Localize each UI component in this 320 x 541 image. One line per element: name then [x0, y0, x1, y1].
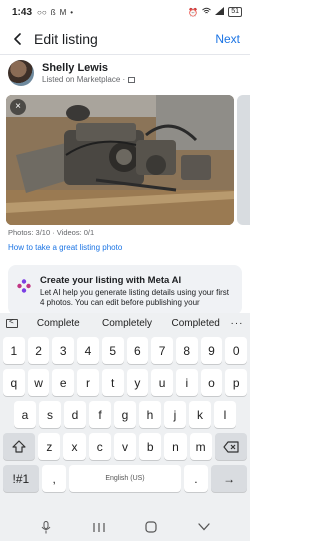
key-c[interactable]: c	[88, 433, 111, 460]
shift-key[interactable]	[3, 433, 36, 460]
symbols-key[interactable]: !#1	[3, 465, 39, 492]
photo-strip[interactable]: ×	[6, 95, 250, 225]
key-g[interactable]: g	[114, 401, 136, 428]
page-title: Edit listing	[34, 31, 98, 47]
dot-icon: •	[70, 7, 74, 17]
key-8[interactable]: 8	[175, 337, 198, 364]
key-0[interactable]: 0	[225, 337, 248, 364]
gmail-icon: M	[59, 7, 67, 17]
status-bar: 1:43 ○○ ß M • ⏰ 51	[0, 0, 250, 24]
next-photo-thumbnail[interactable]	[237, 95, 250, 225]
key-5[interactable]: 5	[101, 337, 124, 364]
key-i[interactable]: i	[175, 369, 198, 396]
marketplace-shop-icon	[128, 76, 136, 83]
key-9[interactable]: 9	[200, 337, 223, 364]
key-n[interactable]: n	[164, 433, 187, 460]
key-4[interactable]: 4	[77, 337, 99, 364]
space-key[interactable]: English (US)	[69, 465, 181, 492]
meta-ai-title: Create your listing with Meta AI	[40, 275, 182, 286]
key-x[interactable]: x	[63, 433, 86, 460]
header: Edit listing Next	[0, 26, 250, 52]
key-h[interactable]: h	[139, 401, 161, 428]
key-p[interactable]: p	[225, 369, 248, 396]
suggestion-3[interactable]: Completed	[161, 318, 230, 329]
keyboard-suggestion-bar: Complete Completely Completed ···	[0, 313, 250, 333]
key-l[interactable]: l	[214, 401, 236, 428]
key-j[interactable]: j	[164, 401, 186, 428]
keyboard-row-3: z x c v b n m	[3, 433, 247, 460]
header-divider	[0, 54, 250, 55]
meta-ai-card[interactable]: Create your listing with Meta AI Let AI …	[8, 265, 242, 315]
photo-tips-link[interactable]: How to take a great listing photo	[8, 243, 122, 252]
shift-arrow-icon	[12, 440, 26, 453]
home-icon[interactable]	[143, 520, 159, 534]
key-r[interactable]: r	[77, 369, 99, 396]
key-t[interactable]: t	[101, 369, 124, 396]
keyboard-row-4: !#1 , English (US) . →	[3, 465, 247, 492]
key-m[interactable]: m	[189, 433, 212, 460]
listing-location: Listed on Marketplace ·	[42, 75, 136, 84]
listed-on-label: Listed on Marketplace ·	[42, 75, 126, 84]
key-w[interactable]: w	[27, 369, 50, 396]
key-a[interactable]: a	[14, 401, 36, 428]
status-system-icons: ⏰ 51	[188, 7, 242, 17]
key-b[interactable]: b	[139, 433, 162, 460]
seller-profile: Shelly Lewis Listed on Marketplace ·	[8, 57, 242, 89]
seller-name: Shelly Lewis	[42, 62, 109, 74]
key-3[interactable]: 3	[52, 337, 75, 364]
microphone-icon[interactable]	[38, 520, 54, 534]
key-2[interactable]: 2	[27, 337, 50, 364]
key-d[interactable]: d	[64, 401, 86, 428]
battery-icon: 51	[228, 7, 242, 17]
backspace-icon	[223, 440, 239, 453]
system-nav-bar	[0, 513, 250, 541]
remove-photo-button[interactable]: ×	[10, 99, 26, 115]
wifi-icon	[202, 7, 212, 17]
done-key[interactable]: →	[211, 465, 247, 492]
key-7[interactable]: 7	[151, 337, 173, 364]
suggestion-1[interactable]: Complete	[24, 318, 93, 329]
next-button[interactable]: Next	[215, 32, 240, 46]
hide-keyboard-icon[interactable]	[196, 520, 212, 534]
key-k[interactable]: k	[189, 401, 211, 428]
period-key[interactable]: .	[183, 465, 209, 492]
meta-ai-description: Let AI help you generate listing details…	[40, 288, 229, 307]
voicemail-icon: ○○	[37, 7, 47, 17]
recent-apps-icon[interactable]	[91, 520, 107, 534]
status-notification-icons: ○○ ß M •	[37, 8, 73, 17]
more-options-icon[interactable]: ···	[230, 318, 244, 329]
keyboard-row-1: q w e r t y u i o p	[3, 369, 248, 396]
comma-key[interactable]: ,	[41, 465, 67, 492]
bluetooth-icon: ß	[50, 7, 56, 17]
key-e[interactable]: e	[52, 369, 75, 396]
key-v[interactable]: v	[113, 433, 137, 460]
meta-ai-sparkle-icon	[16, 278, 32, 294]
keyboard-row-numbers: 1 2 3 4 5 6 7 8 9 0	[3, 337, 248, 364]
keyboard-row-2: a s d f g h j k l	[3, 401, 247, 428]
photo-count: Photos: 3/10 · Videos: 0/1	[8, 228, 95, 237]
back-arrow-icon[interactable]	[10, 31, 26, 47]
keyboard-toolbar-toggle-icon[interactable]	[6, 317, 18, 328]
key-y[interactable]: y	[126, 369, 149, 396]
key-u[interactable]: u	[151, 369, 173, 396]
backspace-key[interactable]	[214, 433, 247, 460]
status-time: 1:43	[12, 6, 33, 18]
signal-icon	[215, 7, 225, 17]
key-6[interactable]: 6	[126, 337, 149, 364]
alarm-icon: ⏰	[188, 7, 199, 17]
key-s[interactable]: s	[39, 401, 61, 428]
engine-photo-illustration	[6, 95, 234, 225]
suggestion-2[interactable]: Completely	[93, 318, 162, 329]
key-o[interactable]: o	[200, 369, 223, 396]
listing-photo[interactable]: ×	[6, 95, 234, 225]
key-z[interactable]: z	[38, 433, 61, 460]
keyboard: 1 2 3 4 5 6 7 8 9 0 q w e r t y u i o p …	[0, 333, 250, 513]
avatar	[8, 60, 34, 86]
key-1[interactable]: 1	[3, 337, 25, 364]
key-q[interactable]: q	[3, 369, 25, 396]
key-f[interactable]: f	[89, 401, 111, 428]
